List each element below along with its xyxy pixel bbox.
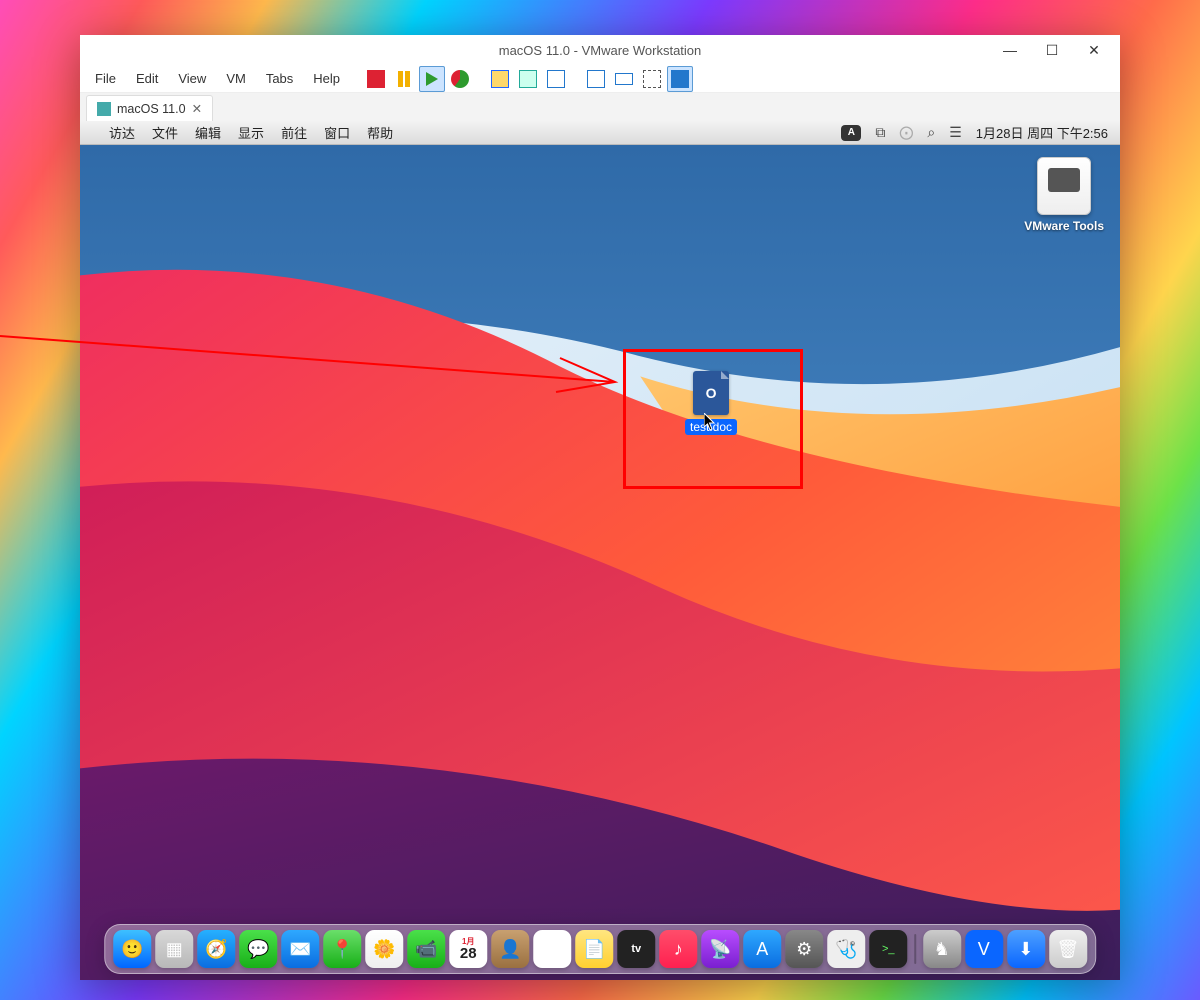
snapshot-button[interactable]	[487, 66, 513, 92]
dock-separator	[914, 934, 916, 964]
fullscreen-button[interactable]	[639, 66, 665, 92]
pause-button[interactable]	[391, 66, 417, 92]
dock-finder[interactable]: 🙂	[113, 930, 151, 968]
menu-vm[interactable]: VM	[217, 67, 255, 90]
desktop-file-testdoc[interactable]: O test.doc	[685, 371, 737, 436]
window-title: macOS 11.0 - VMware Workstation	[499, 43, 702, 58]
dock-contacts[interactable]: 👤	[491, 930, 529, 968]
dock-podcasts[interactable]: 📡	[701, 930, 739, 968]
vm-tab-label: macOS 11.0	[117, 102, 186, 116]
close-button[interactable]: ✕	[1074, 36, 1114, 64]
dock-utility[interactable]: 🩺	[827, 930, 865, 968]
dock-mail[interactable]: ✉️	[281, 930, 319, 968]
mac-menu-finder[interactable]: 访达	[109, 123, 135, 142]
vmware-menubar: File Edit View VM Tabs Help	[80, 65, 1120, 93]
poweroff-button[interactable]	[363, 66, 389, 92]
spotlight-icon[interactable]: ⌕	[927, 124, 935, 141]
input-source-icon[interactable]: A	[841, 125, 861, 141]
menu-view[interactable]: View	[169, 67, 215, 90]
thumbnail-button[interactable]	[583, 66, 609, 92]
restart-button[interactable]	[447, 66, 473, 92]
dock-appstore[interactable]: A	[743, 930, 781, 968]
dock-reminders[interactable]: ☰	[533, 930, 571, 968]
dock: 🙂▦🧭💬✉️📍🌼📹1月28👤☰📄tv♪📡A⚙🩺>_ ♞V⬇🗑	[104, 924, 1096, 974]
dock-notes[interactable]: 📄	[575, 930, 613, 968]
dock-preferences[interactable]: ⚙	[785, 930, 823, 968]
control-center-icon[interactable]: ☰	[949, 124, 962, 141]
menu-help[interactable]: Help	[304, 67, 349, 90]
dock-downloads[interactable]: ⬇	[1007, 930, 1045, 968]
mac-menu-view[interactable]: 显示	[238, 123, 264, 142]
mac-menu-edit[interactable]: 编辑	[195, 123, 221, 142]
dock-facetime[interactable]: 📹	[407, 930, 445, 968]
minimize-button[interactable]: —	[990, 36, 1030, 64]
dock-launchpad[interactable]: ▦	[155, 930, 193, 968]
mac-menu-window[interactable]: 窗口	[324, 123, 350, 142]
dock-calendar[interactable]: 1月28	[449, 930, 487, 968]
unity-button[interactable]	[667, 66, 693, 92]
tab-strip: macOS 11.0 ✕	[80, 93, 1120, 121]
disk-icon	[1037, 157, 1091, 215]
word-file-icon: O	[693, 371, 729, 415]
menu-edit[interactable]: Edit	[127, 67, 167, 90]
dock-terminal[interactable]: >_	[869, 930, 907, 968]
console-view-button[interactable]	[611, 66, 637, 92]
dock-chess[interactable]: ♞	[923, 930, 961, 968]
dock-trash[interactable]: 🗑	[1049, 930, 1087, 968]
menubar-datetime[interactable]: 1月28日 周四 下午2:56	[976, 123, 1108, 142]
mac-menu-file[interactable]: 文件	[152, 123, 178, 142]
play-button[interactable]	[419, 66, 445, 92]
dock-messages[interactable]: 💬	[239, 930, 277, 968]
wifi-icon[interactable]: ⨀	[899, 124, 913, 141]
dock-tv[interactable]: tv	[617, 930, 655, 968]
window-titlebar[interactable]: macOS 11.0 - VMware Workstation — ☐ ✕	[80, 35, 1120, 65]
screen-mirror-icon[interactable]: ⧉	[875, 124, 885, 141]
desktop[interactable]: VMware Tools O test.doc 🙂▦🧭💬✉️📍🌼📹1月28👤☰📄…	[80, 145, 1120, 980]
menu-file[interactable]: File	[86, 67, 125, 90]
mac-menu-help[interactable]: 帮助	[367, 123, 393, 142]
dock-maps[interactable]: 📍	[323, 930, 361, 968]
vmware-tools-disk[interactable]: VMware Tools	[1024, 157, 1104, 233]
vm-tab-icon	[97, 102, 111, 116]
dock-safari[interactable]: 🧭	[197, 930, 235, 968]
revert-button[interactable]	[543, 66, 569, 92]
file-label: test.doc	[685, 419, 737, 435]
mac-menu-go[interactable]: 前往	[281, 123, 307, 142]
snapshot-manager-button[interactable]	[515, 66, 541, 92]
maximize-button[interactable]: ☐	[1032, 36, 1072, 64]
guest-display[interactable]: 访达 文件 编辑 显示 前往 窗口 帮助 A ⧉ ⨀ ⌕ ☰ 1月28日 周四 …	[80, 121, 1120, 980]
mac-menubar: 访达 文件 编辑 显示 前往 窗口 帮助 A ⧉ ⨀ ⌕ ☰ 1月28日 周四 …	[80, 121, 1120, 145]
dock-app-v[interactable]: V	[965, 930, 1003, 968]
menu-tabs[interactable]: Tabs	[257, 67, 302, 90]
dock-photos[interactable]: 🌼	[365, 930, 403, 968]
close-icon[interactable]: ✕	[192, 101, 202, 116]
dock-music[interactable]: ♪	[659, 930, 697, 968]
vm-tab[interactable]: macOS 11.0 ✕	[86, 95, 213, 121]
vmware-window: macOS 11.0 - VMware Workstation — ☐ ✕ Fi…	[80, 35, 1120, 980]
vmware-tools-label: VMware Tools	[1024, 219, 1104, 233]
